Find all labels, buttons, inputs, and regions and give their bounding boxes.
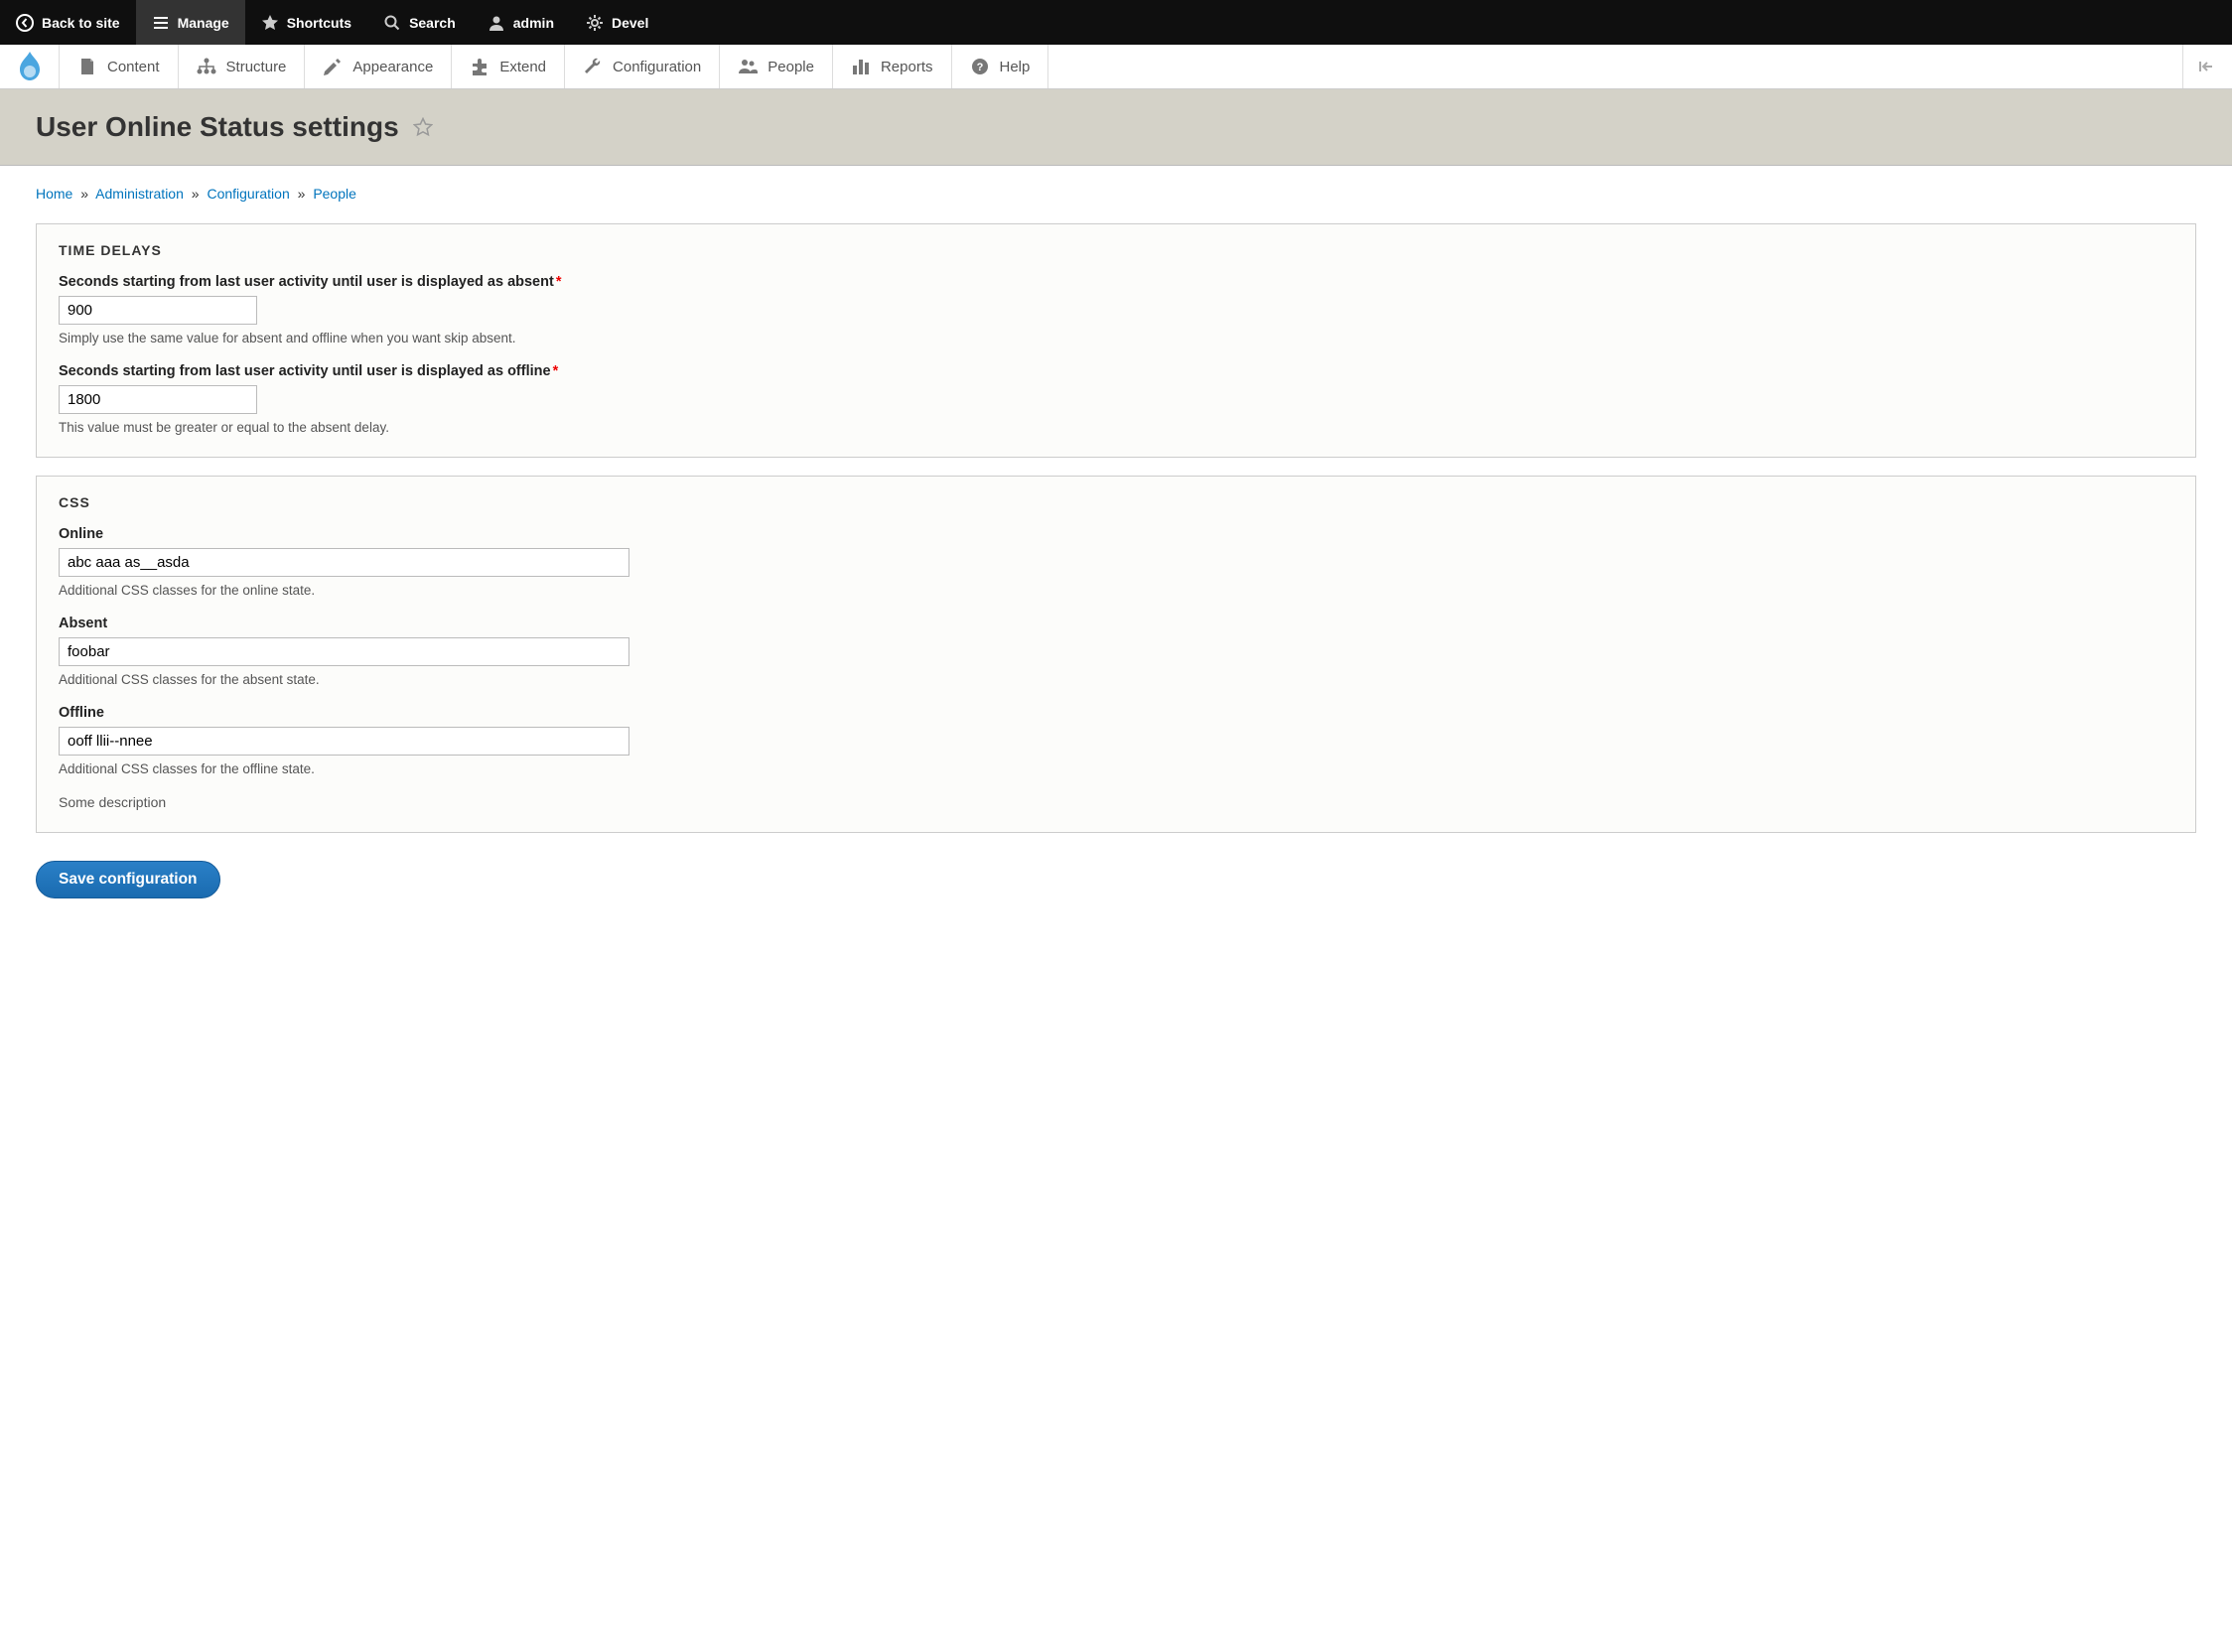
favorite-star-toggle[interactable] bbox=[413, 117, 433, 137]
people-label: People bbox=[767, 59, 814, 75]
menu-extend[interactable]: Extend bbox=[452, 45, 565, 88]
input-css-online[interactable] bbox=[59, 548, 629, 577]
label-css-offline: Offline bbox=[59, 705, 2173, 721]
save-button[interactable]: Save configuration bbox=[36, 861, 220, 898]
star-outline-icon bbox=[413, 117, 433, 137]
manage-link[interactable]: Manage bbox=[136, 0, 245, 45]
search-icon bbox=[383, 14, 401, 32]
label-offline-delay-text: Seconds starting from last user activity… bbox=[59, 363, 551, 379]
crumb-sep: » bbox=[80, 186, 88, 202]
crumb-configuration[interactable]: Configuration bbox=[207, 186, 289, 202]
devel-label: Devel bbox=[612, 15, 648, 31]
input-css-offline[interactable] bbox=[59, 727, 629, 756]
search-label: Search bbox=[409, 15, 456, 31]
input-css-absent[interactable] bbox=[59, 637, 629, 666]
input-offline-delay[interactable] bbox=[59, 385, 257, 414]
breadcrumb: Home » Administration » Configuration » … bbox=[36, 186, 2196, 202]
page-title-region: User Online Status settings bbox=[0, 89, 2232, 166]
form-item-css-offline: Offline Additional CSS classes for the o… bbox=[59, 705, 2173, 776]
desc-css-absent: Additional CSS classes for the absent st… bbox=[59, 672, 2173, 687]
fieldset-time-delays: TIME DELAYS Seconds starting from last u… bbox=[36, 223, 2196, 458]
toolbar-top: Back to site Manage Shortcuts Search adm… bbox=[0, 0, 2232, 45]
reports-label: Reports bbox=[881, 59, 933, 75]
people-icon bbox=[738, 57, 758, 76]
form-item-offline-delay: Seconds starting from last user activity… bbox=[59, 363, 2173, 435]
legend-time-delays: TIME DELAYS bbox=[59, 242, 2173, 258]
gear-icon bbox=[586, 14, 604, 32]
back-icon bbox=[16, 14, 34, 32]
structure-icon bbox=[197, 57, 216, 76]
appearance-label: Appearance bbox=[352, 59, 433, 75]
appearance-icon bbox=[323, 57, 343, 76]
content-icon bbox=[77, 57, 97, 76]
menu-reports[interactable]: Reports bbox=[833, 45, 952, 88]
label-css-absent: Absent bbox=[59, 616, 2173, 631]
form-item-css-online: Online Additional CSS classes for the on… bbox=[59, 526, 2173, 598]
crumb-people[interactable]: People bbox=[313, 186, 356, 202]
drupal-logo[interactable] bbox=[0, 45, 60, 88]
structure-label: Structure bbox=[226, 59, 287, 75]
label-css-online: Online bbox=[59, 526, 2173, 542]
desc-offline-delay: This value must be greater or equal to t… bbox=[59, 420, 2173, 435]
label-absent-delay-text: Seconds starting from last user activity… bbox=[59, 274, 554, 290]
hamburger-icon bbox=[152, 14, 170, 32]
extend-label: Extend bbox=[499, 59, 546, 75]
back-to-site-link[interactable]: Back to site bbox=[0, 0, 136, 45]
menu-content[interactable]: Content bbox=[60, 45, 179, 88]
crumb-administration[interactable]: Administration bbox=[95, 186, 184, 202]
configuration-label: Configuration bbox=[613, 59, 701, 75]
label-absent-delay: Seconds starting from last user activity… bbox=[59, 274, 2173, 290]
reports-icon bbox=[851, 57, 871, 76]
user-icon bbox=[488, 14, 505, 32]
menu-people[interactable]: People bbox=[720, 45, 833, 88]
admin-label: admin bbox=[513, 15, 554, 31]
menu-appearance[interactable]: Appearance bbox=[305, 45, 452, 88]
fieldset-css: CSS Online Additional CSS classes for th… bbox=[36, 476, 2196, 833]
star-icon bbox=[261, 14, 279, 32]
content-label: Content bbox=[107, 59, 160, 75]
css-extra-description: Some description bbox=[59, 794, 2173, 810]
back-label: Back to site bbox=[42, 15, 120, 31]
desc-css-offline: Additional CSS classes for the offline s… bbox=[59, 761, 2173, 776]
crumb-sep: » bbox=[298, 186, 306, 202]
extend-icon bbox=[470, 57, 489, 76]
collapse-icon bbox=[2198, 60, 2218, 73]
desc-css-online: Additional CSS classes for the online st… bbox=[59, 583, 2173, 598]
devel-link[interactable]: Devel bbox=[570, 0, 664, 45]
required-marker: * bbox=[556, 274, 562, 290]
shortcuts-link[interactable]: Shortcuts bbox=[245, 0, 367, 45]
required-marker: * bbox=[553, 363, 559, 379]
input-absent-delay[interactable] bbox=[59, 296, 257, 325]
page-title: User Online Status settings bbox=[36, 111, 399, 143]
svg-text:?: ? bbox=[976, 62, 983, 73]
desc-absent-delay: Simply use the same value for absent and… bbox=[59, 331, 2173, 345]
search-link[interactable]: Search bbox=[367, 0, 472, 45]
crumb-home[interactable]: Home bbox=[36, 186, 72, 202]
admin-user-link[interactable]: admin bbox=[472, 0, 570, 45]
help-icon: ? bbox=[970, 57, 990, 76]
manage-label: Manage bbox=[178, 15, 229, 31]
admin-menu: Content Structure Appearance Extend Conf… bbox=[0, 45, 2232, 89]
form-item-css-absent: Absent Additional CSS classes for the ab… bbox=[59, 616, 2173, 687]
wrench-icon bbox=[583, 57, 603, 76]
menu-configuration[interactable]: Configuration bbox=[565, 45, 720, 88]
crumb-sep: » bbox=[192, 186, 200, 202]
menu-structure[interactable]: Structure bbox=[179, 45, 306, 88]
legend-css: CSS bbox=[59, 494, 2173, 510]
collapse-toolbar[interactable] bbox=[2182, 45, 2232, 88]
form-item-absent-delay: Seconds starting from last user activity… bbox=[59, 274, 2173, 345]
shortcuts-label: Shortcuts bbox=[287, 15, 351, 31]
menu-help[interactable]: ? Help bbox=[952, 45, 1049, 88]
label-offline-delay: Seconds starting from last user activity… bbox=[59, 363, 2173, 379]
content-region: Home » Administration » Configuration » … bbox=[0, 166, 2232, 938]
help-label: Help bbox=[1000, 59, 1031, 75]
